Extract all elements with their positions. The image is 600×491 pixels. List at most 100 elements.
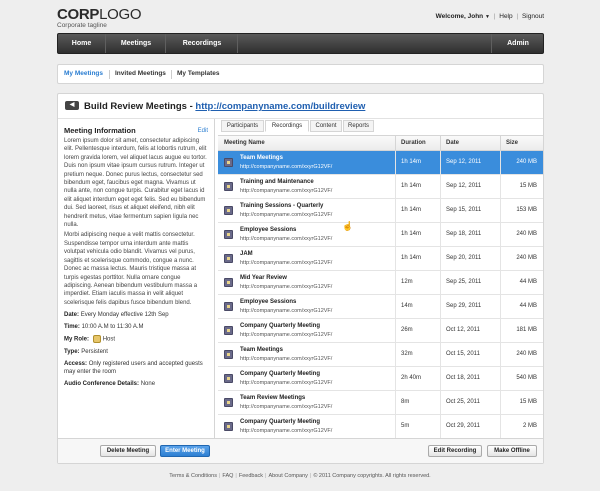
row-url[interactable]: http://companyname.com/xxyrG12VF/	[240, 380, 332, 386]
row-date: Sep 20, 2011	[446, 255, 482, 261]
subnav-my-meetings[interactable]: My Meetings	[64, 65, 103, 83]
access-field: Access: Only registered users and accept…	[64, 360, 208, 376]
table-row[interactable]: Company Quarterly Meeting http://companyn…	[218, 415, 543, 439]
column-line	[500, 151, 501, 439]
subnav-my-templates[interactable]: My Templates	[177, 65, 220, 83]
col-date[interactable]: Date	[446, 136, 459, 150]
nav-recordings[interactable]: Recordings	[167, 34, 237, 53]
row-name: Team Review Meetings	[240, 395, 306, 401]
welcome-menu[interactable]: Welcome, John ▼	[436, 13, 490, 20]
row-name: Employee Sessions	[240, 299, 297, 305]
row-date: Oct 18, 2011	[446, 375, 480, 381]
table-body: Team Meetings http://companyname.com/xxyr…	[218, 151, 543, 439]
nav-meetings[interactable]: Meetings	[107, 34, 165, 53]
delete-meeting-button[interactable]: Delete Meeting	[100, 445, 156, 457]
edit-recording-button[interactable]: Edit Recording	[428, 445, 482, 457]
row-url[interactable]: http://companyname.com/xxyrG12VF/	[240, 428, 332, 434]
page-footer: Terms & Conditions | FAQ | Feedback | About Co…	[0, 473, 600, 479]
table-row[interactable]: Employee Sessions http://companyname.com/…	[218, 295, 543, 319]
row-size: 153 MB	[516, 207, 537, 213]
row-url[interactable]: http://companyname.com/xxyrG12VF/	[240, 212, 332, 218]
logo[interactable]: CORPLOGO	[57, 6, 142, 23]
nav-admin[interactable]: Admin	[493, 34, 543, 53]
subnav-separator	[171, 70, 172, 79]
feedback-link[interactable]: Feedback	[239, 473, 263, 479]
row-duration: 1h 14m	[401, 159, 422, 165]
table-row[interactable]: JAM http://companyname.com/xxyrG12VF/1h 1…	[218, 247, 543, 271]
table-row[interactable]: Company Quarterly Meeting http://companyn…	[218, 367, 543, 391]
recording-icon	[224, 398, 233, 407]
make-offline-button[interactable]: Make Offline	[487, 445, 537, 457]
nav-divider	[165, 34, 166, 53]
copyright: © 2011 Company copyrights. All rights re…	[313, 473, 431, 479]
table-row[interactable]: Team Review Meetings http://companyname.c…	[218, 391, 543, 415]
row-date: Sep 18, 2011	[446, 231, 482, 237]
recordings-table: Meeting Name Duration Date Size Team Mee…	[218, 135, 543, 439]
nav-home[interactable]: Home	[58, 34, 105, 53]
audio-label: Audio Conference Details:	[64, 380, 140, 387]
row-url[interactable]: http://companyname.com/xxyrG12VF/	[240, 308, 332, 314]
meeting-panel: ◀ Build Review Meetings - http://companyn…	[57, 93, 544, 464]
about-link[interactable]: About Company	[268, 473, 307, 479]
row-name: Training and Maintenance	[240, 179, 314, 185]
main-nav: Home Meetings Recordings Admin	[57, 33, 544, 54]
panel-actions: Delete Meeting Enter Meeting Edit Record…	[58, 438, 543, 463]
table-row[interactable]: Mid Year Review http://companyname.com/xx…	[218, 271, 543, 295]
user-links: Welcome, John ▼ | Help | Signout	[436, 13, 544, 20]
row-name: Company Quarterly Meeting	[240, 323, 321, 329]
welcome-text: Welcome, John	[435, 13, 484, 20]
row-name: Team Meetings	[240, 347, 283, 353]
recording-icon	[224, 302, 233, 311]
table-header: Meeting Name Duration Date Size	[218, 136, 543, 151]
time-field: Time: 10:00 A.M to 11:30 A.M	[64, 323, 208, 331]
row-url[interactable]: http://companyname.com/xxyrG12VF/	[240, 236, 332, 242]
table-row[interactable]: Company Quarterly Meeting http://companyn…	[218, 319, 543, 343]
recording-icon	[224, 254, 233, 263]
row-duration: 32m	[401, 351, 413, 357]
table-row[interactable]: Training Sessions - Quarterly http://comp…	[218, 199, 543, 223]
type-field: Type: Persistent	[64, 348, 208, 356]
col-size[interactable]: Size	[506, 136, 518, 150]
terms-link[interactable]: Terms & Conditions	[169, 473, 217, 479]
col-meeting-name[interactable]: Meeting Name	[224, 136, 265, 150]
row-size: 15 MB	[519, 183, 537, 189]
back-icon[interactable]: ◀	[65, 100, 79, 110]
recording-icon	[224, 350, 233, 359]
row-duration: 1h 14m	[401, 207, 422, 213]
tab-content[interactable]: Content	[310, 120, 342, 132]
recording-icon	[224, 182, 233, 191]
date-label: Date:	[64, 312, 80, 319]
info-heading: Meeting Information	[64, 126, 136, 135]
table-row[interactable]: Employee Sessions http://companyname.com/…	[218, 223, 543, 247]
recording-icon	[224, 158, 233, 167]
subnav-invited-meetings[interactable]: Invited Meetings	[115, 65, 166, 83]
row-url[interactable]: http://companyname.com/xxyrG12VF/	[240, 404, 332, 410]
row-date: Sep 25, 2011	[446, 279, 482, 285]
table-row[interactable]: Training and Maintenance http://companyna…	[218, 175, 543, 199]
tab-reports[interactable]: Reports	[343, 120, 374, 132]
tab-recordings[interactable]: Recordings	[265, 120, 309, 132]
nav-divider	[491, 34, 492, 53]
table-row[interactable]: Team Meetings http://companyname.com/xxyr…	[218, 343, 543, 367]
row-size: 44 MB	[519, 279, 537, 285]
row-date: Sep 15, 2011	[446, 207, 482, 213]
row-url[interactable]: http://companyname.com/xxyrG12VF/	[240, 284, 332, 290]
row-size: 44 MB	[519, 303, 537, 309]
signout-link[interactable]: Signout	[522, 13, 544, 20]
row-duration: 26m	[401, 327, 413, 333]
tab-participants[interactable]: Participants	[221, 120, 264, 132]
col-duration[interactable]: Duration	[401, 136, 426, 150]
row-url[interactable]: http://companyname.com/xxyrG12VF/	[240, 188, 332, 194]
meeting-url-link[interactable]: http://companyname.com/buildreview	[195, 101, 365, 112]
row-name: Training Sessions - Quarterly	[240, 203, 324, 209]
row-url[interactable]: http://companyname.com/xxyrG12VF/	[240, 164, 332, 170]
help-link[interactable]: Help	[499, 13, 512, 20]
row-url[interactable]: http://companyname.com/xxyrG12VF/	[240, 260, 332, 266]
table-row[interactable]: Team Meetings http://companyname.com/xxyr…	[218, 151, 543, 175]
enter-meeting-button[interactable]: Enter Meeting	[160, 445, 210, 457]
faq-link[interactable]: FAQ	[222, 473, 233, 479]
edit-link[interactable]: Edit	[198, 125, 208, 137]
row-duration: 14m	[401, 303, 413, 309]
row-url[interactable]: http://companyname.com/xxyrG12VF/	[240, 332, 332, 338]
row-url[interactable]: http://companyname.com/xxyrG12VF/	[240, 356, 332, 362]
